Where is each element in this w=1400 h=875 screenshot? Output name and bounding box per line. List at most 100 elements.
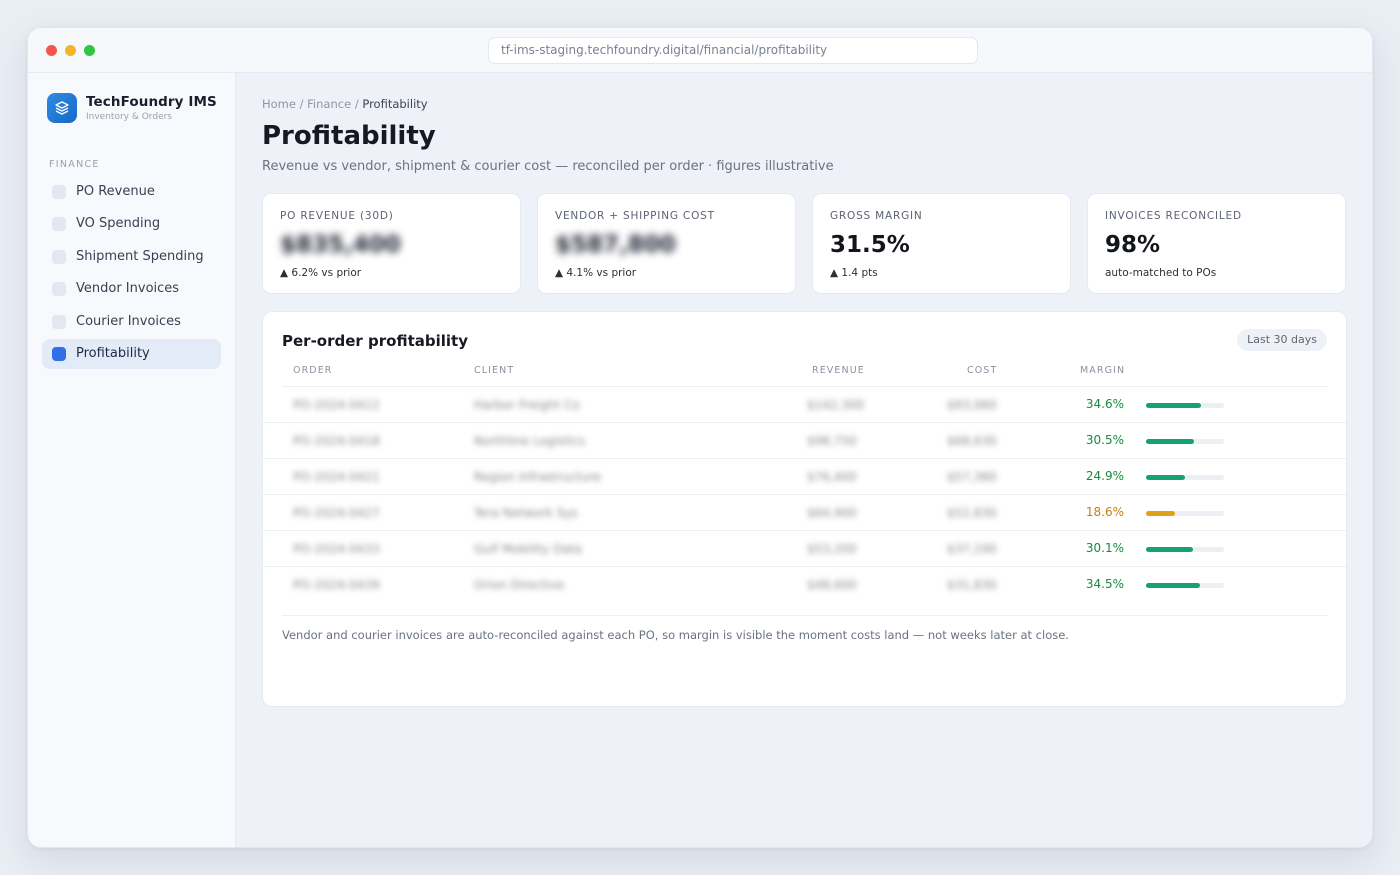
revenue-cell: $98,750 — [807, 434, 857, 448]
margin-cell: 34.6% — [1085, 397, 1124, 411]
client-cell: Northline Logistics — [474, 434, 585, 448]
brand-subtitle: Inventory & Orders — [86, 112, 172, 122]
breadcrumb-separator: / — [354, 97, 359, 111]
margin-bar-fill — [1146, 475, 1185, 480]
client-cell: Orion Directive — [474, 578, 565, 592]
sidebar-item-profitability[interactable]: Profitability — [42, 338, 221, 369]
order-cell[interactable]: PO-2024-0427 — [293, 506, 380, 520]
nav-item-icon — [52, 314, 66, 329]
maximize-window-button[interactable] — [84, 45, 95, 56]
sidebar-item-courier-invoices[interactable]: Courier Invoices — [42, 307, 221, 337]
order-cell[interactable]: PO-2024-0433 — [293, 542, 380, 556]
minimize-window-button[interactable] — [65, 45, 76, 56]
revenue-cell: $64,900 — [807, 506, 857, 520]
nav-item-icon — [52, 185, 66, 199]
cost-cell: $57,380 — [947, 470, 997, 484]
panel-title: Per-order profitability — [282, 332, 468, 350]
url-bar[interactable]: tf-ims-staging.techfoundry.digital/finan… — [488, 37, 978, 64]
margin-cell: 30.1% — [1085, 541, 1124, 555]
breadcrumb-finance[interactable]: Finance — [307, 97, 351, 111]
breadcrumb-separator: / — [299, 97, 304, 111]
order-cell[interactable]: PO-2024-0439 — [293, 578, 380, 592]
sidebar-item-shipment-spending[interactable]: Shipment Spending — [42, 242, 221, 272]
client-cell: Region Infrastructure — [474, 470, 602, 484]
margin-bar-fill — [1146, 547, 1193, 552]
column-header-order[interactable]: ORDER — [293, 365, 333, 376]
sidebar-item-po-revenue[interactable]: PO Revenue — [42, 177, 221, 207]
revenue-cell: $76,400 — [807, 470, 857, 484]
table-row[interactable]: PO-2024-0421 Region Infrastructure $76,400… — [282, 459, 1327, 495]
kpi-card-gross-margin: GROSS MARGIN 31.5% ▲ 1.4 pts — [812, 193, 1071, 294]
sidebar-item-vendor-invoices[interactable]: Vendor Invoices — [42, 274, 221, 304]
nav-item-icon — [52, 217, 66, 232]
revenue-cell: $53,200 — [807, 542, 857, 556]
revenue-cell: $48,600 — [807, 578, 857, 592]
date-range-badge[interactable]: Last 30 days — [1237, 329, 1327, 351]
kpi-delta: ▲ 6.2% vs prior — [280, 267, 362, 279]
kpi-delta: auto-matched to POs — [1105, 267, 1217, 279]
order-cell[interactable]: PO-2024-0412 — [293, 398, 380, 412]
margin-bar-track — [1146, 583, 1224, 588]
nav-section-label: FINANCE — [49, 159, 100, 170]
kpi-card-po-revenue: PO REVENUE (30D) $835,400 ▲ 6.2% vs prio… — [262, 193, 521, 294]
table-row[interactable]: PO-2024-0427 Tera Network Sys $64,900 $52,8… — [282, 495, 1327, 531]
client-cell: Gulf Mobility Data — [474, 542, 582, 556]
nav-item-icon — [52, 346, 66, 361]
page-subtitle: Revenue vs vendor, shipment & courier co… — [262, 159, 834, 174]
table-row[interactable]: PO-2024-0418 Northline Logistics $98,750 $6… — [282, 423, 1327, 459]
margin-bar-fill — [1146, 403, 1201, 408]
per-order-profitability-panel: Per-order profitability Last 30 days ORD… — [262, 311, 1347, 707]
column-header-revenue[interactable]: REVENUE — [812, 365, 865, 376]
close-window-button[interactable] — [46, 45, 57, 56]
breadcrumb: Home / Finance / Profitability — [262, 97, 428, 111]
breadcrumb-home[interactable]: Home — [262, 97, 296, 111]
margin-bar-track — [1146, 511, 1224, 516]
column-header-margin[interactable]: MARGIN — [1080, 365, 1125, 376]
sidebar-nav: PO Revenue VO Spending Shipment Spending… — [42, 177, 221, 371]
sidebar-item-label: Profitability — [76, 345, 150, 361]
kpi-value: $587,800 — [555, 232, 676, 258]
sidebar-item-label: Courier Invoices — [76, 313, 181, 329]
kpi-delta: ▲ 4.1% vs prior — [555, 267, 637, 279]
sidebar: TechFoundry IMS Inventory & Orders FINAN… — [28, 73, 236, 847]
table-row[interactable]: PO-2024-0433 Gulf Mobility Data $53,200 $37… — [282, 531, 1327, 567]
table-row[interactable]: PO-2024-0412 Harbor Freight Co $142,300 $93… — [282, 387, 1327, 423]
margin-bar-track — [1146, 547, 1224, 552]
margin-bar-track — [1146, 475, 1224, 480]
sidebar-item-label: Vendor Invoices — [76, 281, 180, 297]
margin-bar-track — [1146, 439, 1224, 444]
margin-bar-fill — [1146, 583, 1200, 588]
margin-bar-fill — [1146, 439, 1194, 444]
cost-cell: $93,060 — [947, 398, 997, 412]
kpi-delta: ▲ 1.4 pts — [830, 267, 878, 279]
layers-icon — [55, 101, 69, 115]
kpi-value: 98% — [1105, 232, 1161, 258]
table-row[interactable]: PO-2024-0439 Orion Directive $48,600 $31,83… — [282, 567, 1327, 603]
nav-item-icon — [52, 282, 66, 297]
sidebar-item-label: Shipment Spending — [76, 248, 204, 264]
app-logo[interactable] — [47, 93, 77, 123]
kpi-card-vendor-shipping-cost: VENDOR + SHIPPING COST $587,800 ▲ 4.1% v… — [537, 193, 796, 294]
margin-cell: 24.9% — [1085, 469, 1124, 483]
browser-titlebar: tf-ims-staging.techfoundry.digital/finan… — [28, 28, 1372, 73]
nav-item-icon — [52, 249, 66, 264]
kpi-label: GROSS MARGIN — [830, 210, 923, 222]
client-cell: Tera Network Sys — [474, 506, 578, 520]
table-footnote: Vendor and courier invoices are auto-rec… — [282, 628, 1069, 642]
kpi-label: VENDOR + SHIPPING COST — [555, 210, 715, 222]
kpi-label: PO REVENUE (30D) — [280, 210, 394, 222]
order-cell[interactable]: PO-2024-0418 — [293, 434, 380, 448]
column-header-cost[interactable]: COST — [967, 365, 997, 376]
margin-bar-track — [1146, 403, 1224, 408]
sidebar-item-vo-spending[interactable]: VO Spending — [42, 209, 221, 239]
table-footer-divider — [282, 615, 1327, 616]
kpi-value: 31.5% — [830, 232, 910, 258]
client-cell: Harbor Freight Co — [474, 398, 580, 412]
margin-cell: 18.6% — [1085, 505, 1124, 519]
cost-cell: $68,630 — [947, 434, 997, 448]
cost-cell: $52,830 — [947, 506, 997, 520]
column-header-client[interactable]: CLIENT — [474, 365, 514, 376]
main-content: Home / Finance / Profitability Profitabi… — [236, 73, 1372, 847]
breadcrumb-current: Profitability — [362, 97, 428, 111]
order-cell[interactable]: PO-2024-0421 — [293, 470, 380, 484]
